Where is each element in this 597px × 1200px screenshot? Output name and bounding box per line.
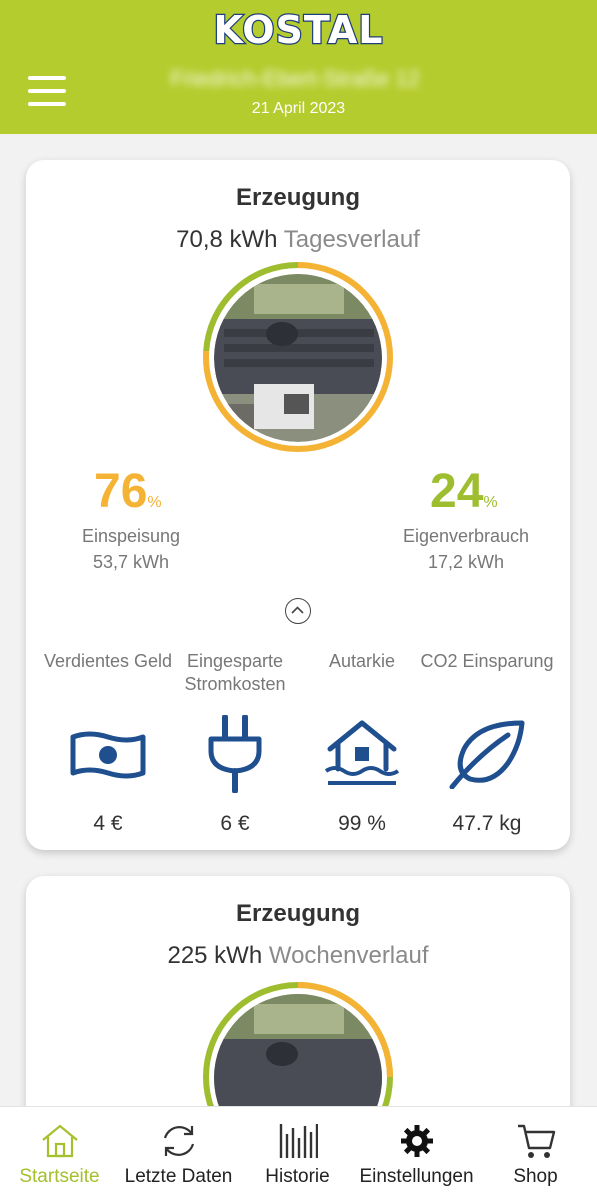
kostal-logo: KOSTAL: [212, 7, 384, 54]
bottom-navigation: Startseite Letzte Daten Historie Einstel…: [0, 1106, 597, 1200]
period-label: Wochenverlauf: [268, 942, 429, 969]
feed-in-label: Einspeisung: [81, 526, 181, 546]
collapse-button[interactable]: [285, 598, 311, 624]
card-title: Erzeugung: [236, 900, 360, 927]
stat-saved-cost: Eingesparte Stromkosten 6 €: [167, 650, 303, 836]
banknote-icon: [70, 731, 146, 779]
self-use-energy: 17,2 kWh: [427, 552, 505, 572]
nav-item-einstellungen[interactable]: Einstellungen: [357, 1107, 476, 1200]
daily-production-card[interactable]: Erzeugung 70,8 kWh Tagesverlauf 76% 24% …: [26, 160, 570, 850]
nav-item-letzte-daten[interactable]: Letzte Daten: [119, 1107, 238, 1200]
plant-photo: [214, 274, 382, 442]
stat-value: 4 €: [93, 812, 123, 835]
feed-in-energy: 53,7 kWh: [92, 552, 170, 572]
stat-earned-money: Verdientes Geld 4 €: [40, 650, 176, 836]
stat-label: Eingesparte Stromkosten: [184, 651, 286, 694]
home-icon: [41, 1124, 78, 1158]
card-subtitle: 70,8 kWh Tagesverlauf: [26, 226, 570, 254]
period-label: Tagesverlauf: [283, 226, 420, 253]
nav-label: Shop: [513, 1166, 558, 1187]
stat-co2-saving: CO2 Einsparung 47.7 kg: [419, 650, 555, 836]
production-total: 225 kWh: [167, 942, 263, 969]
gear-icon: [400, 1125, 433, 1157]
nav-label: Einstellungen: [359, 1166, 474, 1187]
header-date: 21 April 2023: [251, 100, 346, 117]
self-use-percent: 24%: [430, 465, 498, 518]
refresh-icon: [163, 1126, 194, 1156]
plant-location: Friedrich-Ebert-Straße 12: [170, 66, 420, 91]
feed-in-percent: 76%: [94, 465, 162, 518]
menu-line: [28, 89, 66, 93]
nav-item-startseite[interactable]: Startseite: [0, 1107, 119, 1200]
menu-line: [28, 76, 66, 80]
stat-label: Autarkie: [328, 651, 396, 671]
nav-item-shop[interactable]: Shop: [476, 1107, 595, 1200]
plug-icon: [208, 715, 262, 793]
nav-label: Letzte Daten: [124, 1166, 233, 1187]
stat-value: 6 €: [220, 812, 250, 835]
stat-value: 99 %: [338, 812, 386, 835]
nav-label: Historie: [265, 1166, 330, 1187]
nav-label: Startseite: [19, 1166, 100, 1187]
stat-autarky: Autarkie 99 %: [294, 650, 430, 836]
stat-label: CO2 Einsparung: [420, 651, 554, 671]
card-title: Erzeugung: [236, 184, 360, 211]
production-total: 70,8 kWh: [176, 226, 278, 253]
app-header: KOSTAL Friedrich-Ebert-Straße 12 21 Apri…: [0, 0, 597, 134]
chevron-up-icon: [291, 606, 304, 614]
stat-label: Verdientes Geld: [43, 651, 173, 671]
card-subtitle: 225 kWh Wochenverlauf: [26, 942, 570, 970]
leaf-icon: [449, 720, 525, 789]
cart-icon: [517, 1124, 555, 1158]
house-water-icon: [324, 720, 400, 785]
self-use-label: Eigenverbrauch: [402, 526, 530, 546]
bar-chart-icon: [279, 1124, 318, 1158]
stat-value: 47.7 kg: [452, 812, 522, 835]
nav-item-historie[interactable]: Historie: [238, 1107, 357, 1200]
